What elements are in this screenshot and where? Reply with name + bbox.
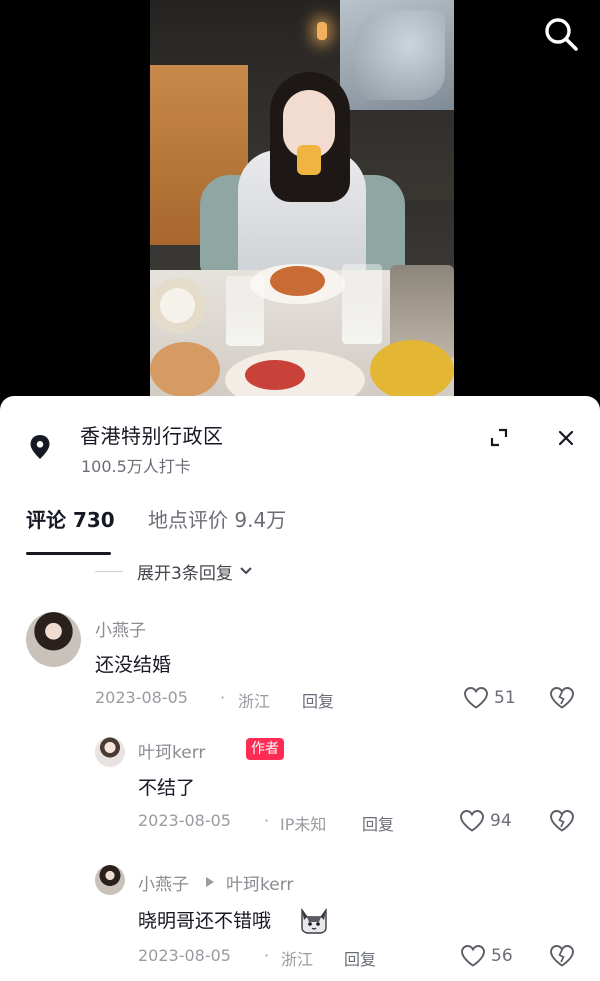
meta-separator: · [220,688,226,707]
tab-comments[interactable]: 评论 730 [26,504,115,533]
heart-icon[interactable] [459,809,485,833]
avatar[interactable] [95,737,125,767]
broken-heart-icon[interactable] [549,809,575,833]
like-count: 56 [491,946,513,966]
comment-date: 2023-08-05 [138,811,231,830]
expand-replies-button[interactable]: 展开3条回复 [95,556,253,586]
comment-username[interactable]: 叶珂kerr [138,738,205,763]
avatar[interactable] [26,612,81,667]
reply-button[interactable]: 回复 [302,688,334,712]
comment-text: 还没结婚 [95,654,172,676]
meta-separator: · [264,811,270,830]
like-count: 51 [494,688,516,708]
expand-button[interactable] [485,424,513,452]
meta-separator: · [264,946,270,965]
comment-username[interactable]: 小燕子 [95,616,146,641]
chevron-down-icon [240,567,252,575]
cat-emoji-icon [301,907,327,934]
heart-icon[interactable] [463,686,489,710]
broken-heart-icon[interactable] [549,944,575,968]
comment-region: 浙江 [281,950,314,969]
author-badge: 作者 [246,738,284,760]
comment-date: 2023-08-05 [138,946,231,965]
reply-arrow-icon [206,877,214,887]
comment-sheet: 香港特别行政区 100.5万人打卡 评论 730 地点评价 9.4万 展开3条回… [0,396,600,981]
divider [95,570,123,572]
reply-button[interactable]: 回复 [362,811,394,835]
search-button[interactable] [541,14,581,54]
search-icon [545,18,578,51]
broken-heart-icon[interactable] [549,686,575,710]
reply-to-username[interactable]: 叶珂kerr [226,870,293,895]
checkin-count: 100.5万人打卡 [81,457,191,476]
reply-button[interactable]: 回复 [344,946,376,970]
heart-icon[interactable] [460,944,486,968]
location-title[interactable]: 香港特别行政区 [80,420,224,449]
close-button[interactable] [552,424,580,452]
tab-place-reviews[interactable]: 地点评价 9.4万 [148,504,286,533]
comment-username[interactable]: 小燕子 [138,870,189,895]
comment-region: 浙江 [238,692,271,711]
comment-text: 晓明哥还不错哦 [138,910,272,932]
comment-region: IP未知 [280,815,327,834]
comment-text: 不结了 [138,777,196,799]
location-pin-icon [30,435,50,459]
video-frame[interactable] [150,0,454,410]
close-icon [558,430,574,446]
video-player[interactable] [0,0,600,410]
like-count: 94 [490,811,512,831]
expand-replies-label: 展开3条回复 [137,563,233,584]
comment-date: 2023-08-05 [95,688,188,707]
avatar[interactable] [95,865,125,895]
active-tab-indicator [26,552,111,555]
expand-icon [490,428,508,447]
